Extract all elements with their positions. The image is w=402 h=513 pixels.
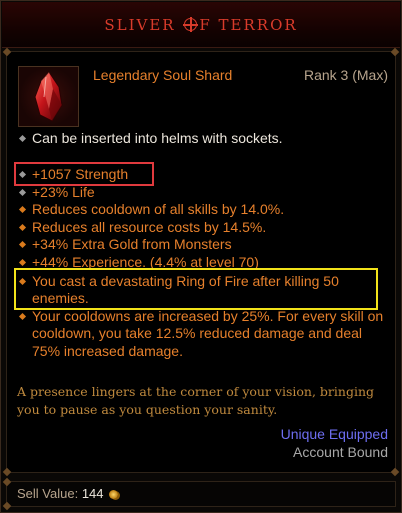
affix-text: Reduces cooldown of all skills by 14.0%. — [32, 201, 285, 218]
affix-line: +34% Extra Gold from Monsters — [18, 236, 390, 254]
socket-info: Can be inserted into helms with sockets. — [18, 130, 283, 146]
bullet-diamond-icon — [18, 134, 27, 143]
corner-ornament — [390, 47, 400, 57]
tooltip-header: SLIVER F TERROR — [2, 2, 400, 48]
affix-text: Reduces all resource costs by 14.5%. — [32, 218, 267, 235]
gold-coin-icon — [108, 490, 118, 499]
sell-value-bar: Sell Value: 144 — [2, 477, 396, 511]
item-tooltip: SLIVER F TERROR Legendary Soul Shard Ran… — [0, 0, 402, 513]
affix-text: +34% Extra Gold from Monsters — [32, 236, 232, 253]
item-type-label: Legendary Soul Shard — [93, 67, 233, 83]
unique-equipped-label: Unique Equipped — [280, 426, 388, 442]
sell-value-amount: 144 — [81, 486, 104, 501]
corner-ornament — [2, 501, 12, 511]
sell-value-label: Sell Value: — [17, 486, 79, 501]
socket-text: Can be inserted into helms with sockets. — [32, 130, 283, 146]
highlight-box-red — [14, 162, 154, 186]
legendary-power-text: Your cooldowns are increased by 25%. For… — [32, 307, 384, 359]
blood-shard-icon — [34, 71, 63, 122]
affix-list: +1057 Strength +23% Life Reduces cooldow… — [18, 166, 390, 361]
item-title-part2: F TERROR — [199, 16, 298, 34]
affix-line: +23% Life — [18, 184, 390, 202]
legendary-power-line: Your cooldowns are increased by 25%. For… — [18, 307, 390, 361]
item-title: SLIVER F TERROR — [2, 16, 400, 34]
bullet-diamond-icon — [18, 223, 27, 231]
bullet-diamond-icon — [18, 188, 27, 196]
item-icon-frame — [18, 66, 79, 127]
corner-ornament — [2, 47, 12, 57]
item-title-part1: SLIVER — [104, 16, 176, 34]
corner-ornament — [390, 467, 400, 477]
bullet-diamond-icon — [18, 258, 27, 267]
item-rank-label: Rank 3 (Max) — [303, 67, 388, 83]
account-bound-label: Account Bound — [293, 444, 388, 460]
bullet-diamond-icon — [18, 241, 27, 249]
corner-ornament — [2, 467, 12, 477]
affix-line: Reduces all resource costs by 14.5%. — [18, 218, 390, 237]
highlight-box-yellow — [14, 268, 378, 310]
item-details-panel: Legendary Soul Shard Rank 3 (Max) Can be… — [2, 47, 400, 477]
bullet-diamond-icon — [18, 206, 27, 214]
affix-line: Reduces cooldown of all skills by 14.0%. — [18, 201, 390, 219]
flavor-text: A presence lingers at the corner of your… — [17, 384, 374, 417]
bullet-diamond-icon — [18, 312, 27, 320]
title-emblem-icon — [183, 17, 199, 32]
sell-value: Sell Value: 144 — [17, 486, 118, 501]
corner-ornament — [2, 477, 12, 487]
